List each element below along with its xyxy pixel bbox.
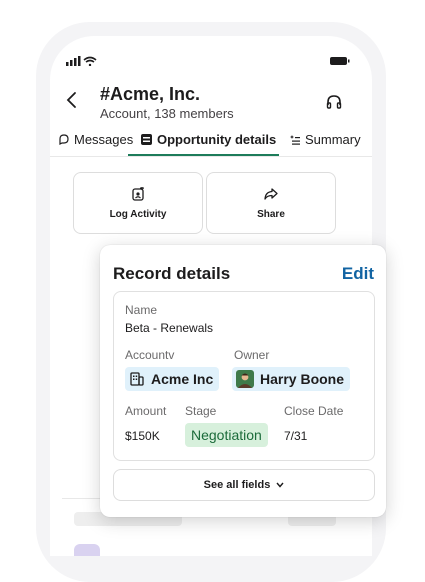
- close-date-value: 7/31: [284, 429, 308, 443]
- log-activity-icon: [132, 186, 144, 201]
- see-all-fields-button[interactable]: See all fields: [113, 469, 375, 501]
- record-title: Record details: [113, 264, 231, 283]
- tab-summary[interactable]: Summary: [289, 132, 361, 147]
- building-icon: [130, 372, 144, 386]
- owner-value: Harry Boone: [260, 371, 345, 387]
- avatar-placeholder: [74, 544, 100, 556]
- owner-chip[interactable]: Harry Boone: [232, 367, 351, 391]
- summary-icon: [290, 134, 300, 145]
- see-all-label: See all fields: [203, 479, 271, 491]
- owner-avatar: [236, 370, 254, 388]
- tab-summary-label: Summary: [305, 132, 361, 147]
- account-value: Acme Inc: [151, 371, 214, 387]
- owner-label: Owner: [234, 348, 270, 362]
- share-label: Share: [257, 208, 285, 220]
- record-fields: Name Beta - Renewals Accountv Acme Inc O…: [113, 291, 375, 461]
- messages-icon: [59, 133, 69, 145]
- account-chip[interactable]: Acme Inc: [125, 367, 220, 391]
- back-chevron-icon[interactable]: [64, 90, 80, 110]
- tab-opportunity-details[interactable]: Opportunity details: [140, 132, 276, 147]
- channel-title[interactable]: #Acme, Inc.: [100, 84, 200, 105]
- share-button[interactable]: Share: [206, 172, 336, 234]
- channel-name: Acme, Inc.: [110, 84, 201, 104]
- close-date-label: Close Date: [284, 404, 344, 418]
- amount-value: $150K: [125, 429, 160, 443]
- battery-icon: [330, 57, 350, 65]
- tab-bar: Messages Opportunity details Summary: [50, 132, 372, 156]
- log-activity-button[interactable]: Log Activity: [73, 172, 203, 234]
- chevron-down-icon: [276, 482, 284, 488]
- name-label: Name: [125, 303, 158, 317]
- headphones-icon[interactable]: [326, 94, 342, 110]
- record-details-card: Record details Edit Name Beta - Renewals…: [100, 245, 386, 517]
- amount-label: Amount: [125, 404, 167, 418]
- tab-opportunity-label: Opportunity details: [157, 132, 277, 147]
- hash-icon: #: [100, 84, 111, 104]
- share-icon: [264, 187, 278, 200]
- stage-label: Stage: [185, 404, 217, 418]
- signal-wifi-icon: [66, 56, 97, 66]
- tab-messages[interactable]: Messages: [58, 132, 133, 147]
- channel-subtitle: Account, 138 members: [100, 106, 234, 121]
- record-icon: [141, 134, 152, 145]
- status-bar: [50, 54, 372, 68]
- account-label: Accountv: [125, 348, 175, 362]
- name-value: Beta - Renewals: [125, 321, 214, 335]
- tab-divider: [50, 156, 372, 157]
- tab-messages-label: Messages: [74, 132, 134, 147]
- edit-link[interactable]: Edit: [342, 264, 374, 284]
- log-activity-label: Log Activity: [109, 208, 167, 220]
- stage-badge: Negotiation: [185, 423, 268, 447]
